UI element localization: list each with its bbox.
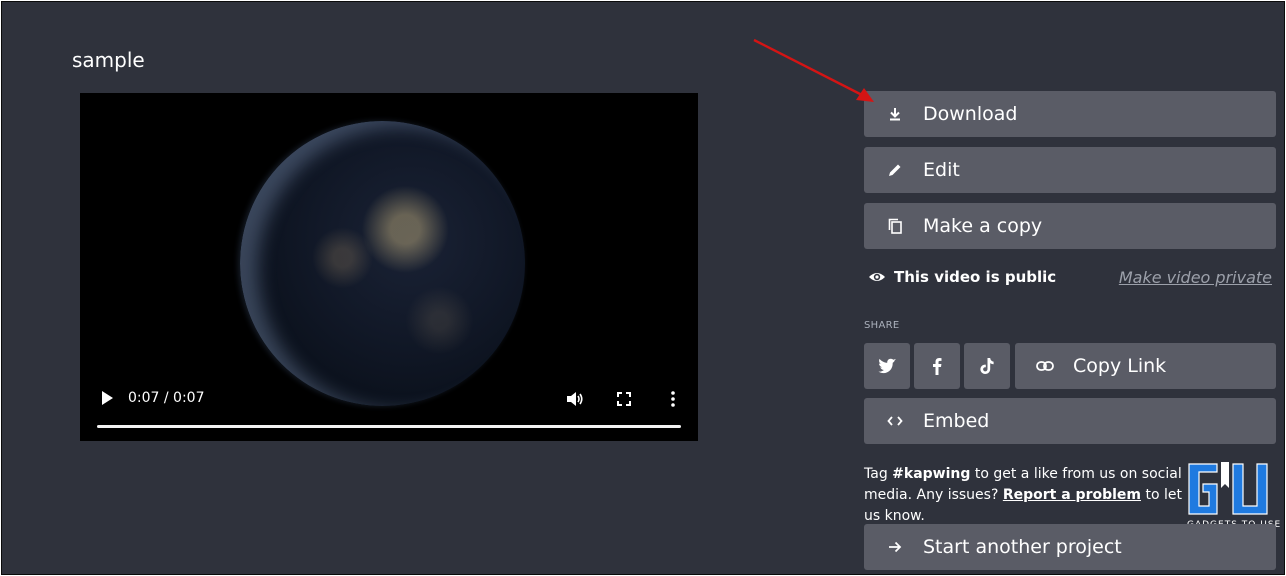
- facebook-icon: [933, 358, 942, 375]
- download-label: Download: [923, 103, 1018, 125]
- share-tiktok-button[interactable]: [964, 343, 1010, 389]
- edit-label: Edit: [923, 159, 960, 181]
- download-icon: [885, 104, 905, 124]
- copy-icon: [885, 216, 905, 236]
- arrow-right-icon: [885, 537, 905, 557]
- kapwing-export-page: sample 0:07 / 0:07 Download Edit Make a …: [1, 1, 1285, 575]
- hashtag: #kapwing: [892, 466, 971, 482]
- annotation-arrow: [753, 38, 874, 102]
- project-title: sample: [72, 48, 145, 72]
- tiktok-icon: [980, 358, 994, 374]
- video-time: 0:07 / 0:07: [128, 390, 205, 406]
- eye-icon: [869, 273, 885, 281]
- share-twitter-button[interactable]: [864, 343, 910, 389]
- share-label: SHARE: [864, 320, 900, 331]
- more-options-icon[interactable]: [663, 389, 683, 409]
- share-facebook-button[interactable]: [914, 343, 960, 389]
- play-icon[interactable]: [98, 389, 116, 407]
- visibility-status: This video is public: [868, 268, 1056, 286]
- twitter-icon: [878, 358, 897, 374]
- video-progress-bar[interactable]: [97, 425, 681, 428]
- pencil-icon: [885, 160, 905, 180]
- embed-code-icon: [885, 411, 905, 431]
- tag-note: Tag #kapwing to get a like from us on so…: [864, 464, 1194, 527]
- make-copy-label: Make a copy: [923, 215, 1043, 237]
- embed-button[interactable]: Embed: [864, 398, 1276, 444]
- volume-icon[interactable]: [564, 389, 584, 409]
- make-video-private-link[interactable]: Make video private: [1119, 268, 1272, 287]
- edit-button[interactable]: Edit: [864, 147, 1276, 193]
- link-icon: [1035, 356, 1055, 376]
- copy-link-label: Copy Link: [1073, 355, 1167, 377]
- copy-link-button[interactable]: Copy Link: [1015, 343, 1276, 389]
- report-problem-link[interactable]: Report a problem: [1003, 487, 1141, 503]
- video-controls: 0:07 / 0:07: [80, 361, 698, 441]
- embed-label: Embed: [923, 410, 990, 432]
- start-another-project-button[interactable]: Start another project: [864, 524, 1276, 570]
- download-button[interactable]: Download: [864, 91, 1276, 137]
- visibility-label: This video is public: [894, 268, 1057, 286]
- make-copy-button[interactable]: Make a copy: [864, 203, 1276, 249]
- start-another-project-label: Start another project: [923, 536, 1122, 558]
- video-player[interactable]: 0:07 / 0:07: [80, 93, 698, 441]
- fullscreen-icon[interactable]: [614, 389, 634, 409]
- tag-note-pre: Tag: [864, 466, 893, 482]
